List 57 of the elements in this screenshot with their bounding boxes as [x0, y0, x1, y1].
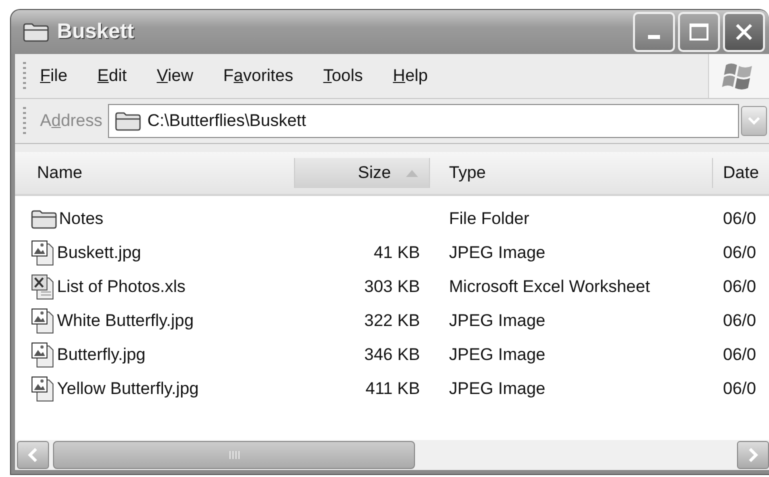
file-size: 411 KB — [365, 379, 420, 398]
minimize-icon — [648, 35, 660, 39]
address-field[interactable]: C:\Butterflies\Buskett — [108, 104, 739, 138]
file-type: File Folder — [449, 209, 530, 228]
file-size: 322 KB — [364, 311, 420, 330]
dropdown-button[interactable] — [741, 106, 767, 136]
spreadsheet-file-icon — [31, 274, 55, 300]
file-date: 06/0 — [723, 243, 756, 262]
file-date: 06/0 — [723, 209, 756, 228]
file-type: JPEG Image — [449, 243, 546, 262]
menu-item[interactable]: Edit — [97, 66, 127, 86]
scroll-right-button[interactable] — [737, 441, 769, 469]
file-name[interactable]: Buskett.jpg — [57, 243, 142, 263]
horizontal-scrollbar[interactable] — [15, 440, 769, 470]
menu-item[interactable]: Help — [392, 66, 428, 86]
file-name[interactable]: White Butterfly.jpg — [57, 311, 194, 331]
file-name[interactable]: Butterfly.jpg — [57, 345, 146, 365]
menu-item[interactable]: File — [40, 66, 68, 86]
minimize-button[interactable] — [633, 12, 675, 52]
column-header[interactable]: Type — [430, 158, 713, 188]
window-title: Buskett — [57, 20, 136, 44]
window-folder-icon — [23, 22, 49, 42]
sort-arrow-icon — [405, 168, 419, 178]
file-size: 303 KB — [364, 277, 420, 296]
file-name[interactable]: Notes — [59, 209, 104, 229]
scroll-left-button[interactable] — [17, 441, 49, 469]
file-type: JPEG Image — [449, 311, 546, 330]
file-name[interactable]: Yellow Butterfly.jpg — [57, 379, 199, 399]
close-button[interactable] — [723, 12, 765, 52]
grip-icon — [228, 450, 240, 460]
maximize-button[interactable] — [678, 12, 720, 52]
file-size: 41 KB — [374, 243, 420, 262]
image-file-icon — [31, 376, 55, 402]
scroll-thumb[interactable] — [53, 441, 415, 469]
menu-item[interactable]: View — [156, 66, 194, 86]
file-type: JPEG Image — [449, 379, 546, 398]
column-header[interactable]: Date — [713, 158, 769, 188]
address-folder-icon — [115, 111, 142, 131]
menu-item[interactable]: Tools — [323, 66, 363, 86]
file-name[interactable]: List of Photos.xls — [57, 277, 186, 297]
folder-icon — [31, 209, 57, 229]
maximize-icon — [689, 23, 709, 41]
image-file-icon — [31, 308, 55, 334]
file-type: JPEG Image — [449, 345, 546, 364]
close-icon — [734, 22, 754, 42]
image-file-icon — [31, 342, 55, 368]
menu-item[interactable]: Favorites — [223, 66, 294, 86]
file-date: 06/0 — [723, 379, 756, 398]
image-file-icon — [31, 240, 55, 266]
file-date: 06/0 — [723, 345, 756, 364]
file-date: 06/0 — [723, 311, 756, 330]
chevron-down-icon — [748, 117, 760, 125]
address-label: Address — [40, 111, 102, 131]
file-date: 06/0 — [723, 277, 756, 296]
file-type: Microsoft Excel Worksheet — [449, 277, 650, 296]
file-size: 346 KB — [364, 345, 420, 364]
column-header[interactable]: Size — [295, 158, 430, 188]
